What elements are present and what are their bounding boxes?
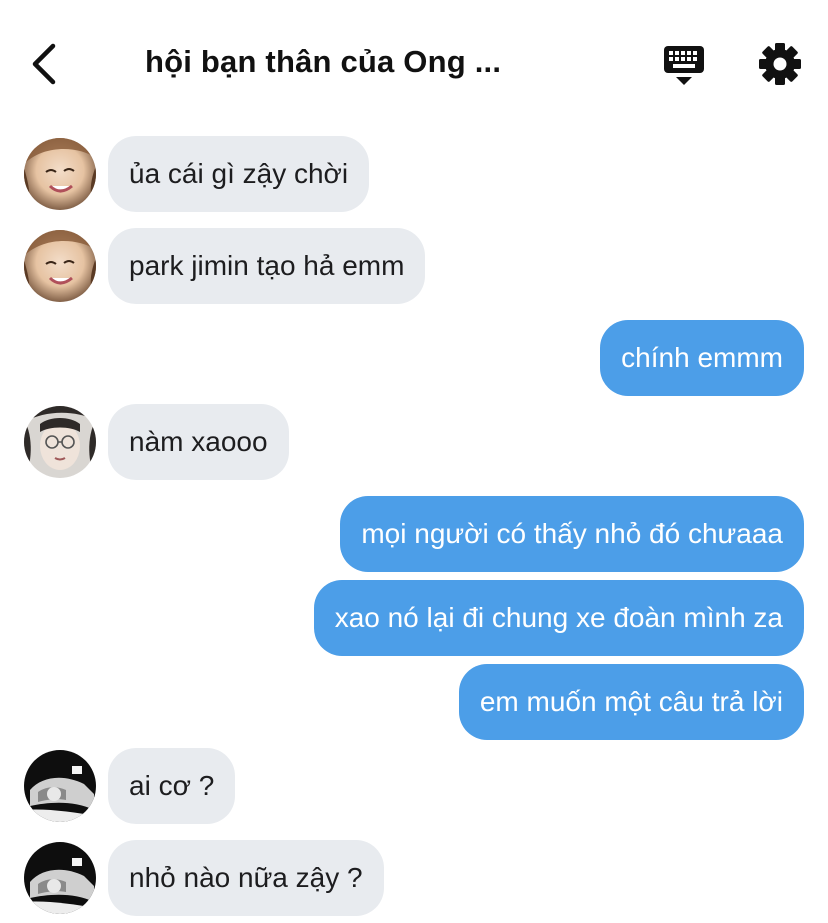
message-row: nhỏ nào nữa zậy ? — [0, 840, 828, 916]
message-list[interactable]: ủa cái gì zậy chời park jimin tạo hả emm… — [0, 0, 828, 923]
message-row: nàm xaooo — [0, 404, 828, 480]
outgoing-message-bubble[interactable]: xao nó lại đi chung xe đoàn mình za — [313, 580, 804, 656]
message-row: chính emmm — [0, 320, 828, 396]
incoming-message-bubble[interactable]: ai cơ ? — [108, 748, 236, 824]
incoming-message-bubble[interactable]: nàm xaooo — [108, 404, 289, 480]
message-row: ủa cái gì zậy chời — [0, 136, 828, 212]
outgoing-message-bubble[interactable]: chính emmm — [600, 320, 804, 396]
incoming-message-bubble[interactable]: ủa cái gì zậy chời — [108, 136, 370, 212]
outgoing-message-bubble[interactable]: em muốn một câu trả lời — [458, 664, 804, 740]
message-row: em muốn một câu trả lời — [0, 664, 828, 740]
outgoing-message-bubble[interactable]: mọi người có thấy nhỏ đó chưaaa — [340, 496, 804, 572]
message-row: park jimin tạo hả emm — [0, 228, 828, 304]
incoming-message-bubble[interactable]: park jimin tạo hả emm — [108, 228, 426, 304]
message-row: mọi người có thấy nhỏ đó chưaaa — [0, 496, 828, 572]
message-row: ai cơ ? — [0, 748, 828, 824]
avatar[interactable] — [24, 842, 96, 914]
avatar[interactable] — [24, 230, 96, 302]
avatar[interactable] — [24, 406, 96, 478]
avatar[interactable] — [24, 138, 96, 210]
message-row: xao nó lại đi chung xe đoàn mình za — [0, 580, 828, 656]
avatar[interactable] — [24, 750, 96, 822]
incoming-message-bubble[interactable]: nhỏ nào nữa zậy ? — [108, 840, 384, 916]
